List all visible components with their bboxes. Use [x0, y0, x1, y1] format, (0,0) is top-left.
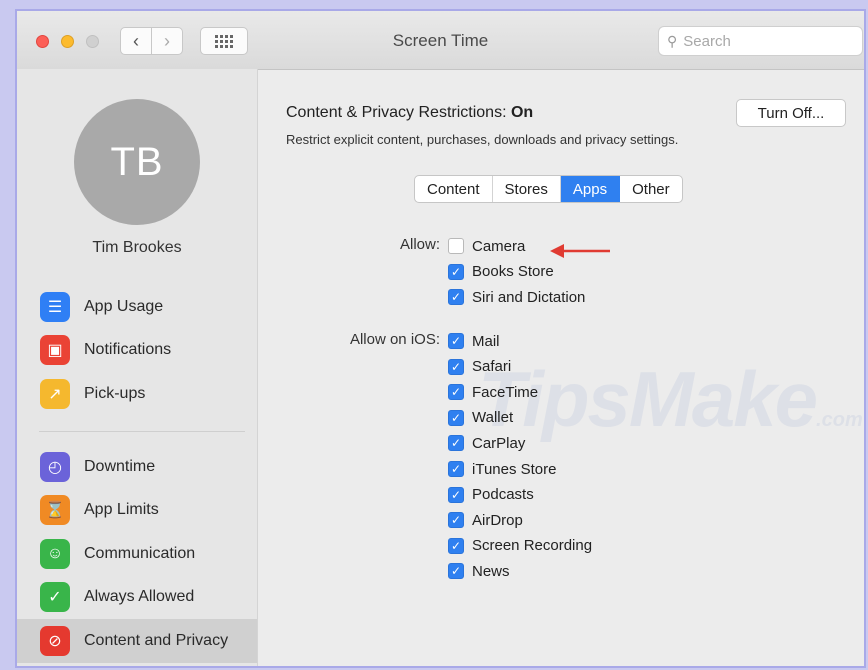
checkbox-checked[interactable]: ✓: [448, 263, 464, 280]
checkbox-label: Podcasts: [472, 486, 534, 504]
user-name: Tim Brookes: [92, 239, 182, 256]
category-tabs: Content Stores Apps Other: [414, 175, 683, 203]
checkbox-label: Safari: [472, 358, 512, 376]
checkbox-label: Mail: [472, 332, 500, 350]
checkbox-label: FaceTime: [472, 383, 539, 401]
checkbox-checked[interactable]: ✓: [448, 409, 464, 426]
allow-on-ios-label: Allow on iOS:: [349, 331, 440, 348]
checkbox-label: CarPlay: [472, 434, 526, 452]
checkbox-row-facetime[interactable]: ✓ FaceTime: [448, 381, 538, 403]
sidebar-item-label: Communication: [84, 545, 196, 562]
sidebar-item-label: App Limits: [84, 501, 159, 518]
checkbox-row-safari[interactable]: ✓ Safari: [448, 356, 511, 378]
allow-label: Allow:: [399, 236, 440, 253]
sidebar-item-label: Always Allowed: [84, 588, 195, 605]
checkbox-row-mail[interactable]: ✓ Mail: [448, 330, 500, 352]
checkbox-label: Books Store: [472, 263, 554, 280]
sidebar-item-always-allowed[interactable]: ✓ Always Allowed: [17, 576, 257, 618]
search-placeholder: Search: [683, 32, 731, 50]
checkbox-label: Camera: [472, 237, 526, 255]
checkbox-row-carplay[interactable]: ✓ CarPlay: [448, 432, 525, 454]
sidebar-item-downtime[interactable]: ◴ Downtime: [17, 446, 257, 488]
checkbox-checked[interactable]: ✓: [448, 384, 464, 401]
sidebar-item-label: Notifications: [84, 341, 172, 358]
checkbox-checked[interactable]: ✓: [448, 333, 464, 349]
checkbox-checked[interactable]: ✓: [448, 358, 464, 375]
checkbox-label: Wallet: [472, 409, 514, 427]
sidebar-item-label: App Usage: [84, 298, 164, 315]
tab-stores[interactable]: Stores: [493, 176, 561, 202]
checkbox-label: iTunes Store: [472, 460, 557, 478]
sidebar-item-content-and-privacy[interactable]: ⊘ Content and Privacy: [17, 619, 257, 663]
tab-content[interactable]: Content: [415, 176, 493, 202]
restrictions-subtitle: Restrict explicit content, purchases, do…: [286, 132, 679, 147]
checkbox-checked[interactable]: ✓: [448, 563, 464, 580]
sidebar-item-label: Downtime: [84, 458, 156, 475]
sidebar-item-communication[interactable]: ☺ Communication: [17, 533, 257, 575]
layers-icon: ☰: [40, 292, 70, 322]
sidebar-item-notifications[interactable]: ▣ Notifications: [17, 329, 257, 371]
checkbox-row-airdrop[interactable]: ✓ AirDrop: [448, 509, 523, 531]
checkbox-unchecked[interactable]: [448, 238, 464, 254]
pickup-icon: ↗: [40, 379, 70, 409]
title-bar: ‹ › Screen Time ⚲ Search: [17, 11, 864, 70]
checkbox-checked[interactable]: ✓: [448, 486, 464, 503]
checkbox-row-podcasts[interactable]: ✓ Podcasts: [448, 484, 534, 506]
checkbox-checked[interactable]: ✓: [448, 435, 464, 452]
sidebar-item-app-usage[interactable]: ☰ App Usage: [17, 286, 257, 328]
search-icon: ⚲: [667, 32, 678, 49]
hourglass-icon: ⌛: [40, 495, 70, 525]
checkbox-label: Screen Recording: [472, 537, 593, 555]
restrictions-title: Content & Privacy Restrictions: On: [286, 104, 534, 121]
checkbox-checked[interactable]: ✓: [448, 512, 464, 529]
restrictions-status: On: [510, 104, 534, 121]
main-panel: TipsMake.com Content & Privacy Restricti…: [258, 69, 864, 666]
checkmark-badge-icon: ✓: [40, 582, 70, 612]
sidebar-divider: [39, 431, 245, 432]
tab-apps[interactable]: Apps: [560, 176, 621, 202]
checkbox-row-news[interactable]: ✓ News: [448, 560, 510, 582]
turn-off-button[interactable]: Turn Off...: [736, 99, 846, 127]
restricted-icon: ⊘: [40, 626, 70, 656]
checkbox-row-camera[interactable]: Camera: [448, 235, 525, 257]
checkbox-checked[interactable]: ✓: [448, 461, 464, 477]
sidebar-item-label: Pick-ups: [84, 385, 146, 402]
search-field[interactable]: ⚲ Search: [658, 26, 863, 56]
checkbox-label: News: [472, 562, 510, 580]
sidebar-item-label: Content and Privacy: [84, 632, 229, 649]
checkbox-row-siri-and-dictation[interactable]: ✓ Siri and Dictation: [448, 286, 585, 308]
sidebar: TB Tim Brookes ☰ App Usage ▣ Notificatio…: [17, 69, 258, 666]
red-arrow-annotation: [550, 244, 610, 258]
downtime-icon: ◴: [40, 452, 70, 482]
avatar: TB: [74, 99, 200, 225]
tab-other[interactable]: Other: [620, 176, 682, 202]
checkbox-row-screen-recording[interactable]: ✓ Screen Recording: [448, 535, 592, 557]
checkbox-label: AirDrop: [472, 511, 523, 529]
checkbox-label: Siri and Dictation: [472, 288, 586, 306]
sidebar-item-pickups[interactable]: ↗ Pick-ups: [17, 373, 257, 415]
screen-time-window: ‹ › Screen Time ⚲ Search TB Tim Brookes …: [15, 9, 866, 668]
notification-icon: ▣: [40, 335, 70, 365]
sidebar-item-app-limits[interactable]: ⌛ App Limits: [17, 489, 257, 531]
checkbox-checked[interactable]: ✓: [448, 537, 464, 554]
checkbox-checked[interactable]: ✓: [448, 289, 464, 305]
checkbox-row-wallet[interactable]: ✓ Wallet: [448, 407, 513, 429]
communication-icon: ☺: [40, 539, 70, 569]
checkbox-row-itunes-store[interactable]: ✓ iTunes Store: [448, 458, 557, 480]
checkbox-row-books-store[interactable]: ✓ Books Store: [448, 261, 554, 283]
